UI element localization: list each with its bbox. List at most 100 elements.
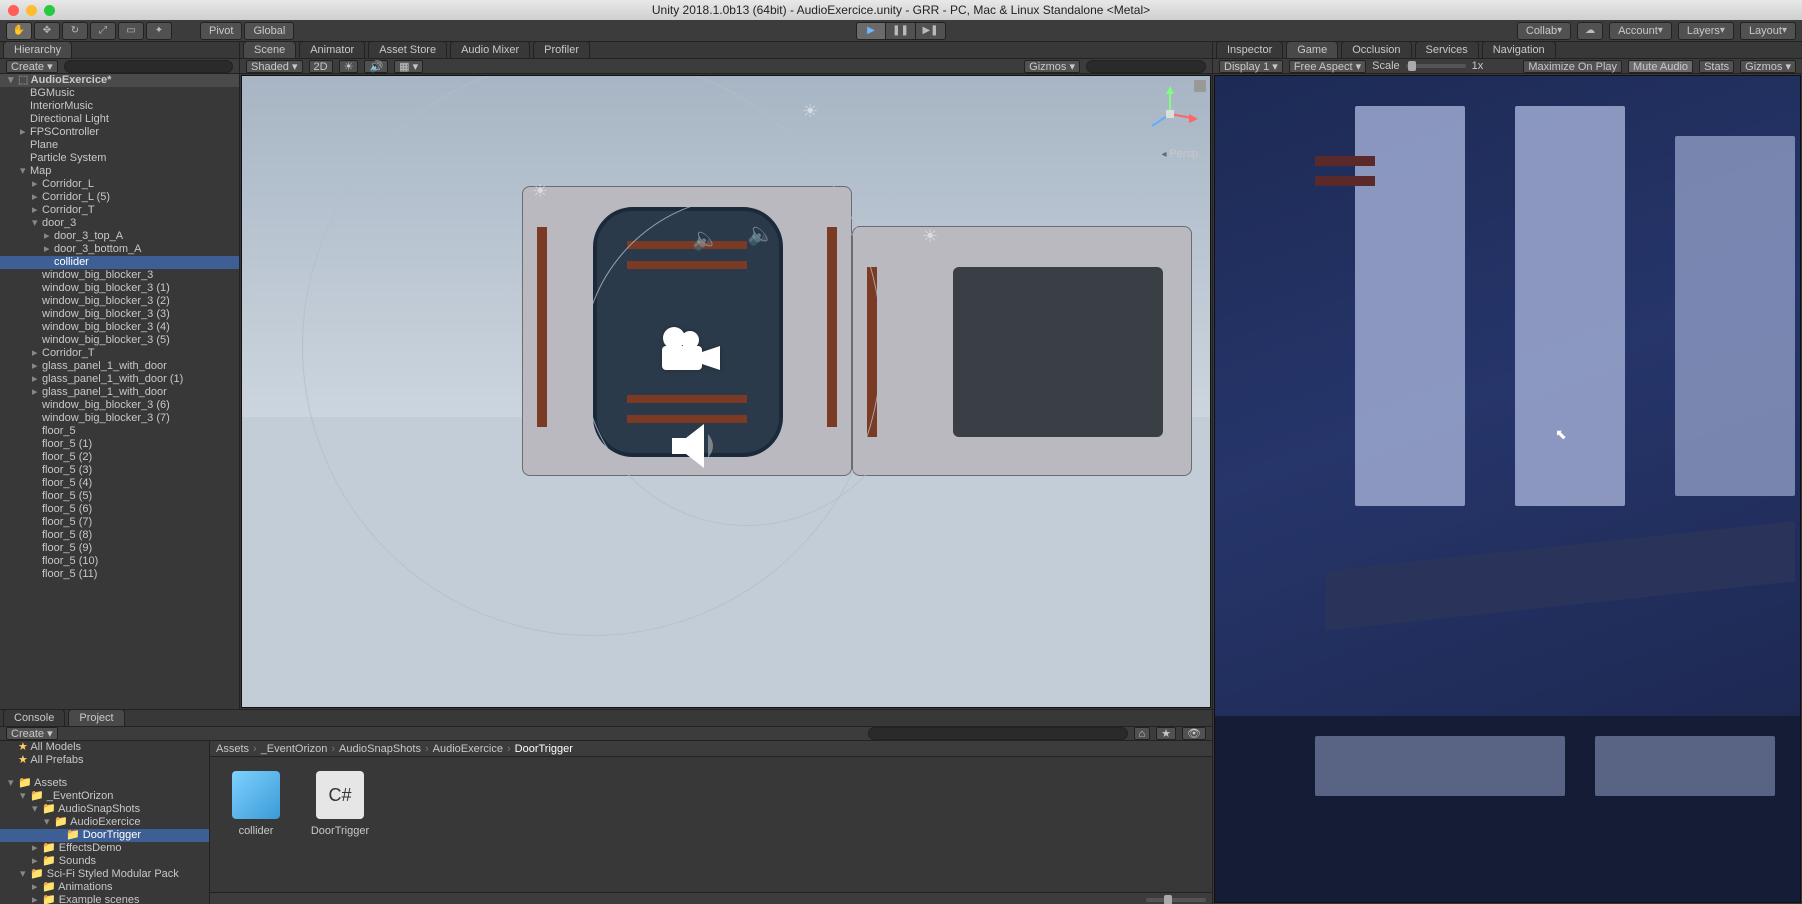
pivot-toggle-button[interactable]: Pivot — [200, 22, 242, 40]
project-folder[interactable]: ▾📁 _EventOrizon — [0, 790, 209, 803]
tab-hierarchy[interactable]: Hierarchy — [3, 41, 72, 58]
breadcrumb-segment[interactable]: AudioSnapShots — [339, 743, 421, 755]
hierarchy-item[interactable]: floor_5 (3) — [0, 464, 239, 477]
hierarchy-item[interactable]: floor_5 (10) — [0, 555, 239, 568]
aspect-dropdown[interactable]: Free Aspect ▾ — [1289, 60, 1366, 73]
projection-label[interactable]: ◂ Persp — [1161, 148, 1198, 160]
collab-dropdown[interactable]: Collab ▾ — [1517, 22, 1571, 40]
display-dropdown[interactable]: Display 1 ▾ — [1219, 60, 1283, 73]
hierarchy-item[interactable]: ▸door_3_top_A — [0, 230, 239, 243]
camera-gizmo-icon[interactable] — [652, 326, 722, 376]
hierarchy-create-dropdown[interactable]: Create ▾ — [6, 60, 58, 73]
hierarchy-item[interactable]: floor_5 (5) — [0, 490, 239, 503]
project-folder[interactable]: ▸📁 EffectsDemo — [0, 842, 209, 855]
orientation-gizmo[interactable] — [1142, 86, 1198, 142]
hierarchy-item[interactable]: floor_5 (8) — [0, 529, 239, 542]
step-button[interactable]: ▶❚ — [916, 22, 946, 40]
hierarchy-item[interactable]: Directional Light — [0, 113, 239, 126]
hierarchy-item[interactable]: floor_5 (7) — [0, 516, 239, 529]
tab-animator[interactable]: Animator — [299, 41, 365, 58]
hierarchy-item[interactable]: ▸glass_panel_1_with_door — [0, 386, 239, 399]
hierarchy-item[interactable]: ▸FPSController — [0, 126, 239, 139]
asset-item[interactable]: collider — [224, 771, 288, 837]
hierarchy-item[interactable]: floor_5 (9) — [0, 542, 239, 555]
project-hidden-button[interactable]: 👁 — [1182, 727, 1206, 740]
hierarchy-item[interactable]: window_big_blocker_3 (4) — [0, 321, 239, 334]
hierarchy-item[interactable]: ▸Corridor_L — [0, 178, 239, 191]
scene-search-input[interactable] — [1086, 60, 1206, 73]
hierarchy-item[interactable]: ▸Corridor_T — [0, 347, 239, 360]
hierarchy-item[interactable]: floor_5 (1) — [0, 438, 239, 451]
hierarchy-item[interactable]: ▾Map — [0, 165, 239, 178]
hierarchy-item[interactable]: Plane — [0, 139, 239, 152]
project-folder-tree[interactable]: ★ All Models ★ All Prefabs ▾📁 Assets ▾📁 … — [0, 741, 210, 904]
project-favorite-button[interactable]: ★ — [1156, 727, 1176, 740]
stats-toggle[interactable]: Stats — [1699, 60, 1734, 73]
hierarchy-item[interactable]: ▾door_3 — [0, 217, 239, 230]
hierarchy-search-input[interactable] — [64, 60, 233, 73]
scene-view[interactable]: ☀ ☀ ☀ 🔈 🔈 ◂ Persp — [241, 75, 1211, 708]
hierarchy-item[interactable]: BGMusic — [0, 87, 239, 100]
project-folder[interactable]: ▾📁 AudioSnapShots — [0, 803, 209, 816]
global-toggle-button[interactable]: Global — [244, 22, 294, 40]
tab-occlusion[interactable]: Occlusion — [1341, 41, 1411, 58]
account-dropdown[interactable]: Account ▾ — [1609, 22, 1672, 40]
hierarchy-item[interactable]: window_big_blocker_3 (1) — [0, 282, 239, 295]
hierarchy-item[interactable]: floor_5 (11) — [0, 568, 239, 581]
project-search-input[interactable] — [868, 727, 1128, 740]
game-gizmos-dropdown[interactable]: Gizmos ▾ — [1740, 60, 1796, 73]
hierarchy-item[interactable]: window_big_blocker_3 — [0, 269, 239, 282]
shading-mode-dropdown[interactable]: Shaded ▾ — [246, 60, 303, 73]
project-filter-button[interactable]: ⌂ — [1134, 727, 1151, 740]
breadcrumb-segment[interactable]: AudioExercice — [433, 743, 503, 755]
project-folder[interactable]: ▸📁 Sounds — [0, 855, 209, 868]
layers-dropdown[interactable]: Layers ▾ — [1678, 22, 1734, 40]
asset-item[interactable]: C#DoorTrigger — [308, 771, 372, 837]
mute-audio-toggle[interactable]: Mute Audio — [1628, 60, 1693, 73]
scene-audio-toggle[interactable]: 🔊 — [364, 60, 388, 73]
tab-project[interactable]: Project — [68, 709, 124, 726]
hierarchy-item[interactable]: window_big_blocker_3 (7) — [0, 412, 239, 425]
gizmos-dropdown[interactable]: Gizmos ▾ — [1024, 60, 1080, 73]
project-assets-grid[interactable]: collider C#DoorTrigger — [210, 757, 1212, 892]
hierarchy-item[interactable]: Particle System — [0, 152, 239, 165]
hierarchy-item[interactable]: floor_5 (4) — [0, 477, 239, 490]
maximize-on-play-toggle[interactable]: Maximize On Play — [1523, 60, 1622, 73]
scene-maximize-button[interactable] — [1194, 80, 1206, 92]
breadcrumb-segment[interactable]: Assets — [216, 743, 249, 755]
audio-gizmo-icon[interactable] — [662, 416, 722, 476]
tab-inspector[interactable]: Inspector — [1216, 41, 1283, 58]
project-folder[interactable]: 📁 DoorTrigger — [0, 829, 209, 842]
hierarchy-item[interactable]: window_big_blocker_3 (5) — [0, 334, 239, 347]
scene-header[interactable]: ▾⬚ AudioExercice* — [0, 74, 239, 87]
project-folder[interactable]: ▾📁 Sci-Fi Styled Modular Pack — [0, 868, 209, 881]
game-view[interactable]: ⬉ — [1214, 75, 1801, 903]
play-button[interactable]: ▶ — [856, 22, 886, 40]
hierarchy-item[interactable]: ▸glass_panel_1_with_door — [0, 360, 239, 373]
rotate-tool-button[interactable]: ↻ — [62, 22, 88, 40]
project-breadcrumb[interactable]: Assets›_EventOrizon›AudioSnapShots›Audio… — [210, 741, 1212, 757]
rect-tool-button[interactable]: ▭ — [118, 22, 144, 40]
mode-2d-toggle[interactable]: 2D — [309, 60, 333, 73]
hierarchy-item[interactable]: window_big_blocker_3 (6) — [0, 399, 239, 412]
hierarchy-item[interactable]: collider — [0, 256, 239, 269]
transform-tool-button[interactable]: ✦ — [146, 22, 172, 40]
tab-game[interactable]: Game — [1286, 41, 1338, 58]
hierarchy-item[interactable]: InteriorMusic — [0, 100, 239, 113]
scale-tool-button[interactable]: ⤢ — [90, 22, 116, 40]
scene-fx-dropdown[interactable]: ▦ ▾ — [394, 60, 423, 73]
hierarchy-item[interactable]: ▸Corridor_T — [0, 204, 239, 217]
project-create-dropdown[interactable]: Create ▾ — [6, 727, 58, 740]
pause-button[interactable]: ❚❚ — [886, 22, 916, 40]
hierarchy-item[interactable]: ▸glass_panel_1_with_door (1) — [0, 373, 239, 386]
project-folder[interactable]: ▸📁 Animations — [0, 881, 209, 894]
breadcrumb-segment[interactable]: _EventOrizon — [261, 743, 328, 755]
scene-light-toggle[interactable]: ☀ — [339, 60, 359, 73]
tab-navigation[interactable]: Navigation — [1482, 41, 1556, 58]
tab-profiler[interactable]: Profiler — [533, 41, 590, 58]
tab-services[interactable]: Services — [1415, 41, 1479, 58]
hierarchy-item[interactable]: ▸Corridor_L (5) — [0, 191, 239, 204]
tab-audio-mixer[interactable]: Audio Mixer — [450, 41, 530, 58]
hand-tool-button[interactable]: ✋ — [6, 22, 32, 40]
hierarchy-item[interactable]: floor_5 (2) — [0, 451, 239, 464]
